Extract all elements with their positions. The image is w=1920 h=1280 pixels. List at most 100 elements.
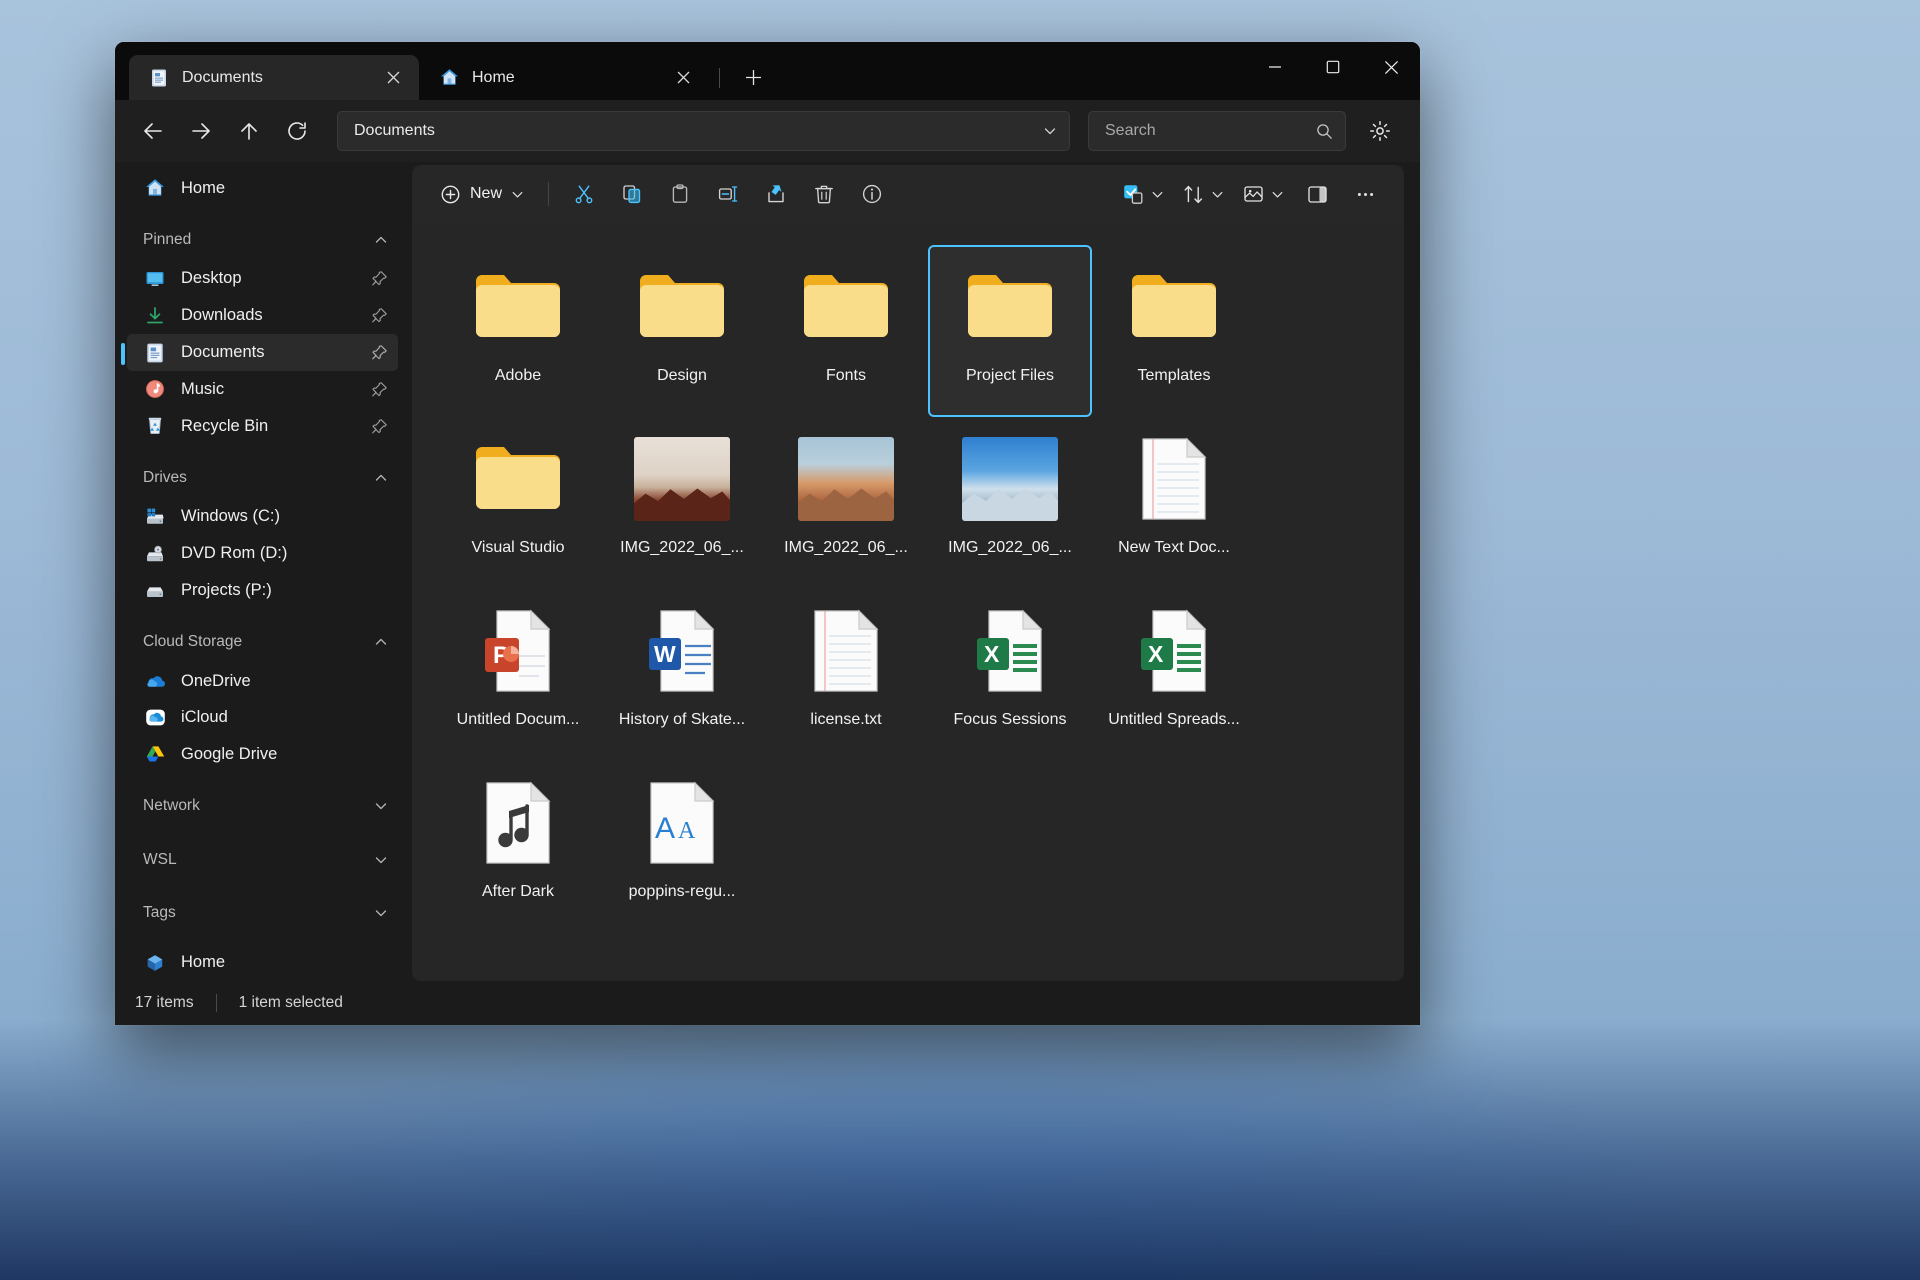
photo-thumbnail <box>798 433 894 525</box>
search-icon[interactable] <box>1316 123 1333 140</box>
sidebar-group-wsl[interactable]: WSL <box>127 841 398 879</box>
refresh-button[interactable] <box>275 109 319 153</box>
sidebar-item-label: Recycle Bin <box>181 416 269 435</box>
sidebar-item-downloads[interactable]: Downloads <box>127 297 398 334</box>
layout-dropdown[interactable] <box>1234 174 1292 214</box>
file-tile[interactable]: IMG_2022_06_... <box>928 417 1092 589</box>
close-button[interactable] <box>1362 42 1420 92</box>
select-dropdown[interactable] <box>1114 174 1172 214</box>
file-name: Untitled Docum... <box>456 711 580 728</box>
home-gem-icon <box>143 951 167 975</box>
tab-label: Home <box>472 68 515 86</box>
copy-button[interactable] <box>609 174 655 214</box>
file-tile[interactable]: X Focus Sessions <box>928 589 1092 761</box>
more-button[interactable] <box>1342 174 1388 214</box>
sidebar-item-label: Downloads <box>181 306 263 325</box>
photo-thumbnail <box>962 433 1058 525</box>
tab-close-icon[interactable] <box>380 64 407 91</box>
cut-button[interactable] <box>561 174 607 214</box>
file-name: license.txt <box>810 711 882 728</box>
file-tile[interactable]: IMG_2022_06_... <box>600 417 764 589</box>
sidebar-item-music[interactable]: Music <box>127 371 398 408</box>
file-tile[interactable]: Project Files <box>928 245 1092 417</box>
sidebar-item-projects-p[interactable]: Projects (P:) <box>127 572 398 609</box>
minimize-button[interactable] <box>1246 42 1304 92</box>
file-tile[interactable]: IMG_2022_06_... <box>764 417 928 589</box>
chevron-up-icon[interactable] <box>374 635 388 649</box>
properties-button[interactable] <box>849 174 895 214</box>
pin-icon[interactable] <box>370 307 388 324</box>
details-pane-button[interactable] <box>1294 174 1340 214</box>
file-tile[interactable]: X Untitled Spreads... <box>1092 589 1256 761</box>
sidebar-item-label: iCloud <box>181 708 228 727</box>
pin-icon[interactable] <box>370 270 388 287</box>
file-name: Focus Sessions <box>953 711 1067 728</box>
delete-button[interactable] <box>801 174 847 214</box>
up-button[interactable] <box>227 109 271 153</box>
tab-close-icon[interactable] <box>670 64 697 91</box>
forward-button[interactable] <box>179 109 223 153</box>
chevron-down-icon[interactable] <box>374 853 388 867</box>
file-tile[interactable]: Visual Studio <box>436 417 600 589</box>
sidebar-item-home[interactable]: Home <box>127 170 398 207</box>
excel-file-icon: X <box>1126 605 1222 697</box>
file-tile[interactable]: Design <box>600 245 764 417</box>
sidebar-group-pinned[interactable]: Pinned <box>127 221 398 259</box>
sidebar-item-dvd-rom-d[interactable]: DVD Rom (D:) <box>127 535 398 572</box>
svg-text:X: X <box>984 641 1000 667</box>
windows-drive-icon <box>143 505 167 529</box>
back-button[interactable] <box>131 109 175 153</box>
sidebar-item-icloud[interactable]: iCloud <box>127 699 398 736</box>
music-icon <box>143 377 167 401</box>
sidebar-item-onedrive[interactable]: OneDrive <box>127 663 398 700</box>
toolbar-divider <box>548 182 550 206</box>
maximize-button[interactable] <box>1304 42 1362 92</box>
file-tile[interactable]: After Dark <box>436 761 600 933</box>
sidebar-group-tags[interactable]: Tags <box>127 895 398 933</box>
sidebar-group-drives[interactable]: Drives <box>127 459 398 497</box>
address-bar-row: Documents Search <box>115 100 1420 162</box>
pin-icon[interactable] <box>370 418 388 435</box>
file-tile[interactable]: P Untitled Docum... <box>436 589 600 761</box>
sidebar-item-documents[interactable]: Documents <box>121 334 398 372</box>
share-button[interactable] <box>753 174 799 214</box>
sidebar-item-desktop[interactable]: Desktop <box>127 261 398 298</box>
file-name: After Dark <box>481 883 554 900</box>
settings-button[interactable] <box>1358 109 1402 153</box>
address-input[interactable]: Documents <box>337 111 1070 151</box>
sidebar-group-cloud-storage[interactable]: Cloud Storage <box>127 623 398 661</box>
file-tile[interactable]: Adobe <box>436 245 600 417</box>
new-button[interactable]: New <box>430 175 536 213</box>
pin-icon[interactable] <box>370 344 388 361</box>
file-tile[interactable]: Fonts <box>764 245 928 417</box>
sidebar-group-label: Network <box>143 796 200 814</box>
icloud-icon <box>143 706 167 730</box>
chevron-down-icon[interactable] <box>374 799 388 813</box>
wallpaper-glow <box>210 1000 1710 1280</box>
file-tile[interactable]: A A poppins-regu... <box>600 761 764 933</box>
sidebar-group-network[interactable]: Network <box>127 787 398 825</box>
sidebar-item-google-drive[interactable]: Google Drive <box>127 736 398 773</box>
search-input[interactable]: Search <box>1088 111 1346 151</box>
status-divider <box>215 994 217 1012</box>
file-tile[interactable]: W History of Skate... <box>600 589 764 761</box>
chevron-down-icon[interactable] <box>1043 124 1057 138</box>
file-tile[interactable]: New Text Doc... <box>1092 417 1256 589</box>
sidebar-group-label: WSL <box>143 850 177 868</box>
pin-icon[interactable] <box>370 381 388 398</box>
rename-button[interactable] <box>705 174 751 214</box>
sidebar-item-windows-c[interactable]: Windows (C:) <box>127 498 398 535</box>
tab-documents[interactable]: Documents <box>129 55 419 100</box>
new-tab-button[interactable] <box>736 60 770 94</box>
sort-dropdown[interactable] <box>1174 174 1232 214</box>
command-toolbar: New <box>412 165 1404 223</box>
chevron-down-icon[interactable] <box>374 906 388 920</box>
file-tile[interactable]: Templates <box>1092 245 1256 417</box>
paste-button[interactable] <box>657 174 703 214</box>
sidebar-item-home-footer[interactable]: Home <box>127 944 398 981</box>
sidebar-item-recycle-bin[interactable]: Recycle Bin <box>127 408 398 445</box>
chevron-up-icon[interactable] <box>374 233 388 247</box>
tab-home[interactable]: Home <box>419 55 709 100</box>
file-tile[interactable]: license.txt <box>764 589 928 761</box>
chevron-up-icon[interactable] <box>374 471 388 485</box>
